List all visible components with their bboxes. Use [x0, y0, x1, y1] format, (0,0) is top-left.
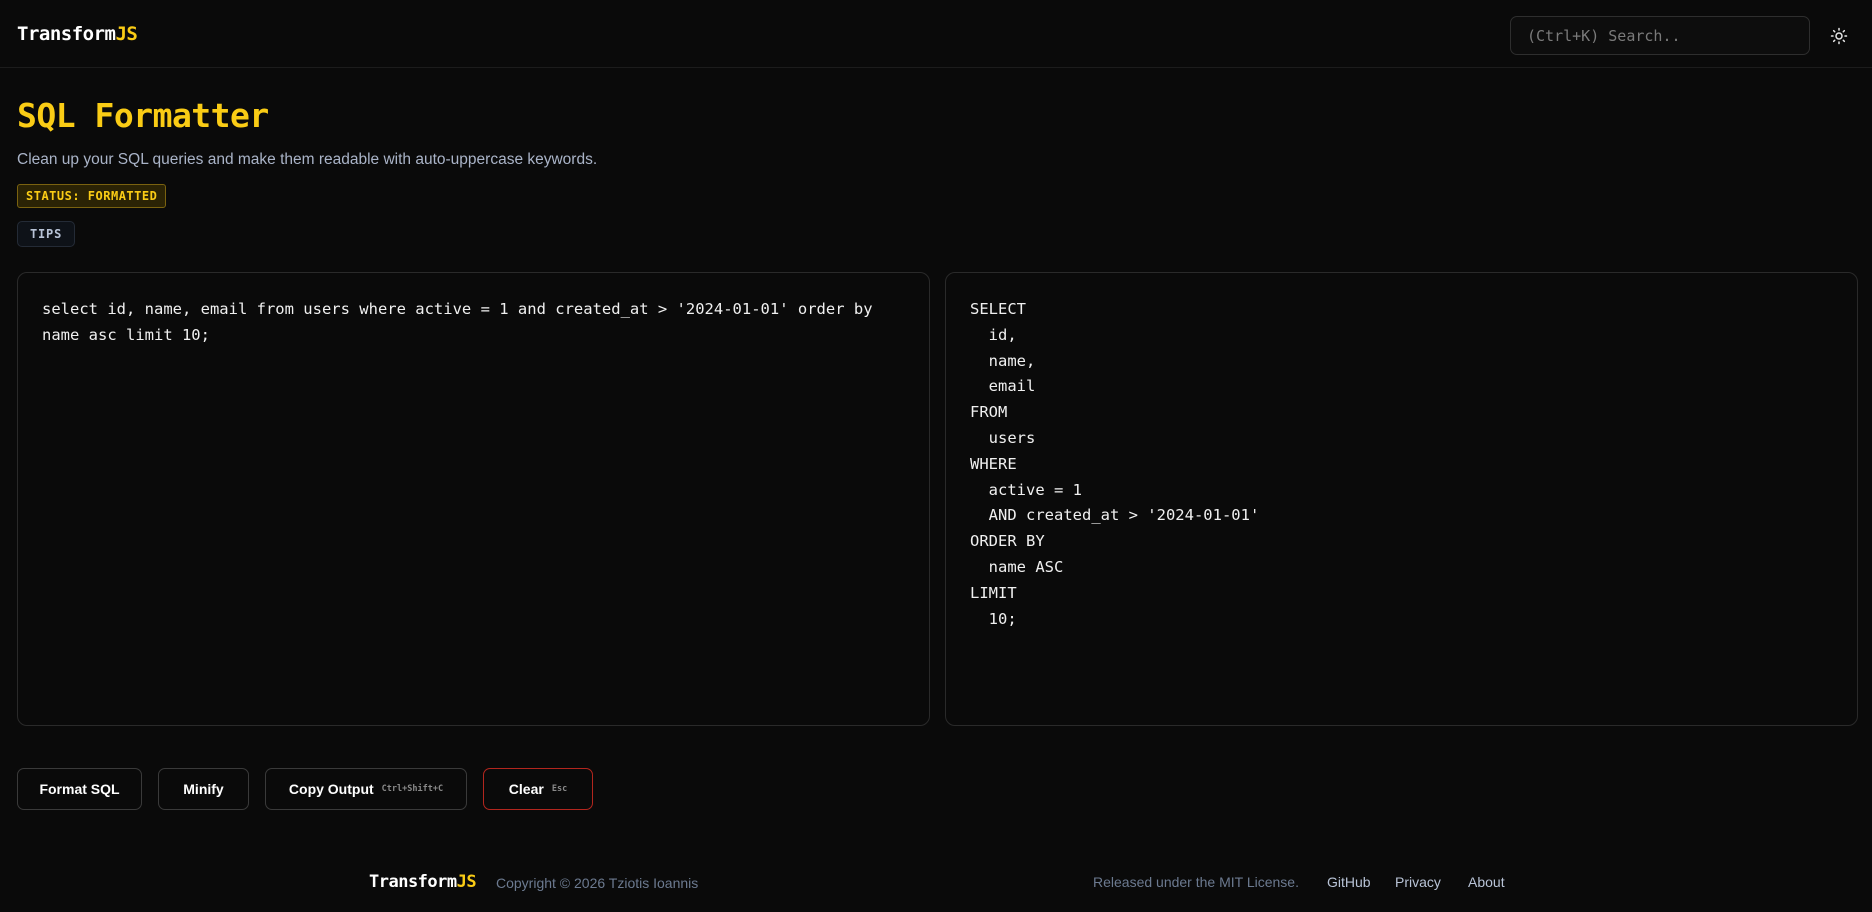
- clear-shortcut-hint: Esc: [551, 784, 568, 794]
- logo-accent-text: JS: [115, 23, 138, 45]
- sql-input-panel: select id, name, email from users where …: [17, 272, 930, 726]
- sql-output-panel: SELECT id, name, email FROM users WHERE …: [945, 272, 1858, 726]
- logo-text: Transform: [17, 23, 116, 45]
- copy-output-button[interactable]: Copy Output Ctrl+Shift+C: [265, 768, 467, 810]
- copy-shortcut-hint: Ctrl+Shift+C: [381, 784, 444, 794]
- footer-link-about[interactable]: About: [1468, 874, 1505, 890]
- copy-output-label: Copy Output: [288, 781, 374, 797]
- tips-button[interactable]: TIPS: [17, 221, 76, 247]
- sun-icon: [1830, 27, 1848, 45]
- minify-button[interactable]: Minify: [158, 768, 249, 810]
- status-badge: STATUS: FORMATTED: [17, 184, 167, 208]
- clear-button[interactable]: Clear Esc: [483, 768, 593, 810]
- search-input[interactable]: [1510, 16, 1810, 55]
- sql-input-editor[interactable]: select id, name, email from users where …: [42, 297, 905, 701]
- footer-link-privacy[interactable]: Privacy: [1395, 874, 1441, 890]
- theme-toggle-button[interactable]: [1824, 21, 1854, 51]
- page-description: Clean up your SQL queries and make them …: [17, 151, 598, 168]
- page-title: SQL Formatter: [17, 96, 269, 135]
- top-navigation-bar: TransformJS: [0, 0, 1872, 68]
- site-logo[interactable]: TransformJS: [17, 23, 138, 45]
- clear-label: Clear: [508, 781, 544, 797]
- format-sql-button[interactable]: Format SQL: [17, 768, 142, 810]
- footer-logo[interactable]: TransformJS: [369, 872, 477, 892]
- copyright-text: Copyright © 2026 Tziotis Ioannis: [496, 875, 699, 891]
- license-text: Released under the MIT License.: [1093, 874, 1299, 890]
- sql-output-viewer[interactable]: SELECT id, name, email FROM users WHERE …: [970, 297, 1833, 701]
- footer-logo-accent-text: JS: [456, 872, 477, 892]
- footer-logo-text: Transform: [369, 872, 457, 892]
- format-sql-label: Format SQL: [39, 781, 120, 797]
- footer-link-github[interactable]: GitHub: [1327, 874, 1371, 890]
- minify-label: Minify: [183, 781, 224, 797]
